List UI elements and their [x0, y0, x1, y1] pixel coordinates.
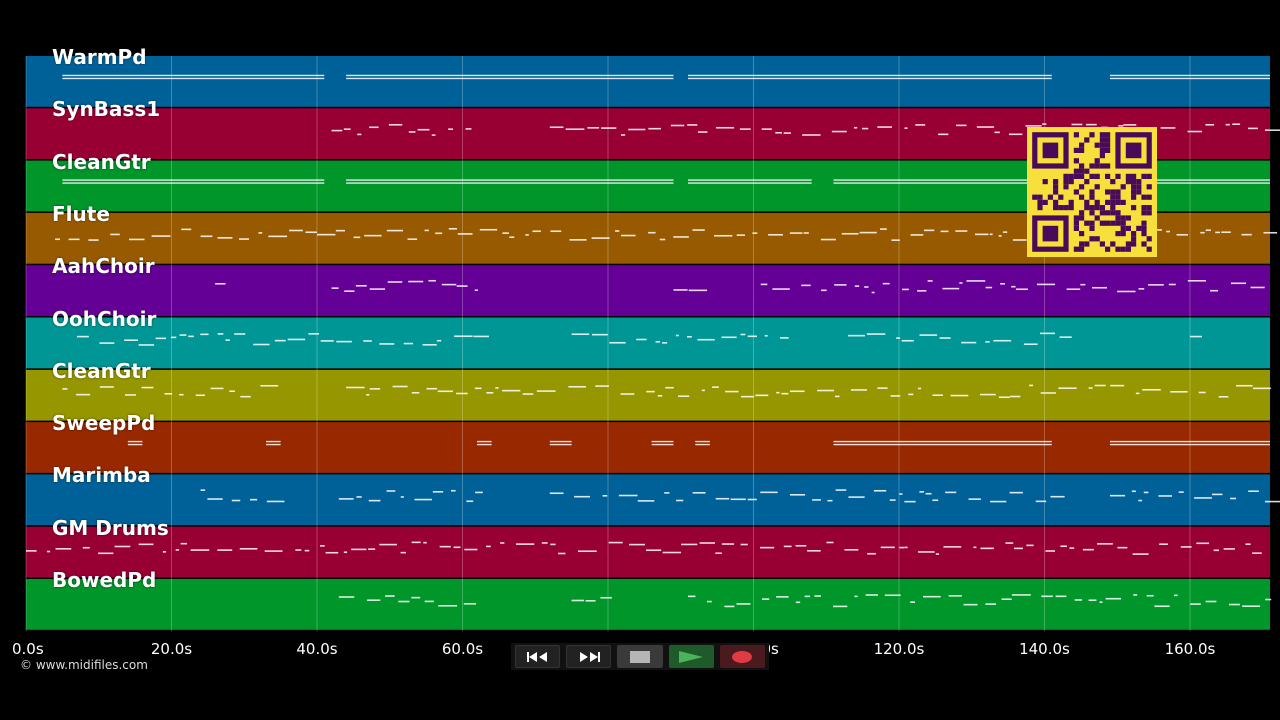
fast-forward-button[interactable] [566, 645, 612, 668]
track-lane [26, 317, 1270, 369]
track-label: SynBass1 [52, 97, 161, 122]
piano-roll [25, 56, 1280, 632]
stop-button[interactable] [617, 645, 663, 668]
qr-code [1027, 127, 1157, 257]
time-tick-label: 0.0s [12, 640, 44, 658]
track-lane [26, 526, 1270, 578]
play-button[interactable] [668, 645, 714, 668]
track-lane [26, 265, 1270, 316]
track-label: WarmPd [52, 45, 147, 69]
track-lane [26, 422, 1270, 473]
track-lane [26, 579, 1270, 630]
track-label: GM Drums [52, 515, 169, 540]
rewind-icon [526, 651, 547, 662]
record-icon [732, 650, 753, 663]
track-lane [26, 56, 1270, 107]
copyright-text: © www.midifiles.com [20, 658, 148, 672]
time-tick-label: 120.0s [873, 640, 925, 658]
record-button[interactable] [719, 645, 765, 668]
track-label: SweepPd [52, 411, 156, 436]
stop-icon [630, 650, 651, 663]
time-tick-label: 140.0s [1019, 640, 1070, 658]
track-label: Flute [52, 201, 110, 226]
time-tick-label: 40.0s [296, 640, 338, 658]
track-label: Marimba [52, 463, 151, 488]
time-tick-label: 60.0s [441, 640, 484, 658]
time-tick-label: 160.0s [1164, 640, 1216, 658]
time-tick-label: 20.0s [150, 640, 193, 658]
fast-forward-icon [579, 651, 600, 662]
track-label: BowedPd [52, 568, 157, 592]
track-label: AahChoir [52, 254, 155, 279]
track-label: CleanGtr [52, 358, 151, 383]
track-label: OohChoir [52, 306, 157, 331]
track-label: CleanGtr [52, 149, 151, 174]
track-lane [26, 369, 1270, 421]
transport-controls [511, 643, 769, 670]
rewind-button[interactable] [515, 645, 561, 668]
play-icon [679, 650, 704, 663]
qr-code-icon [1032, 132, 1152, 252]
